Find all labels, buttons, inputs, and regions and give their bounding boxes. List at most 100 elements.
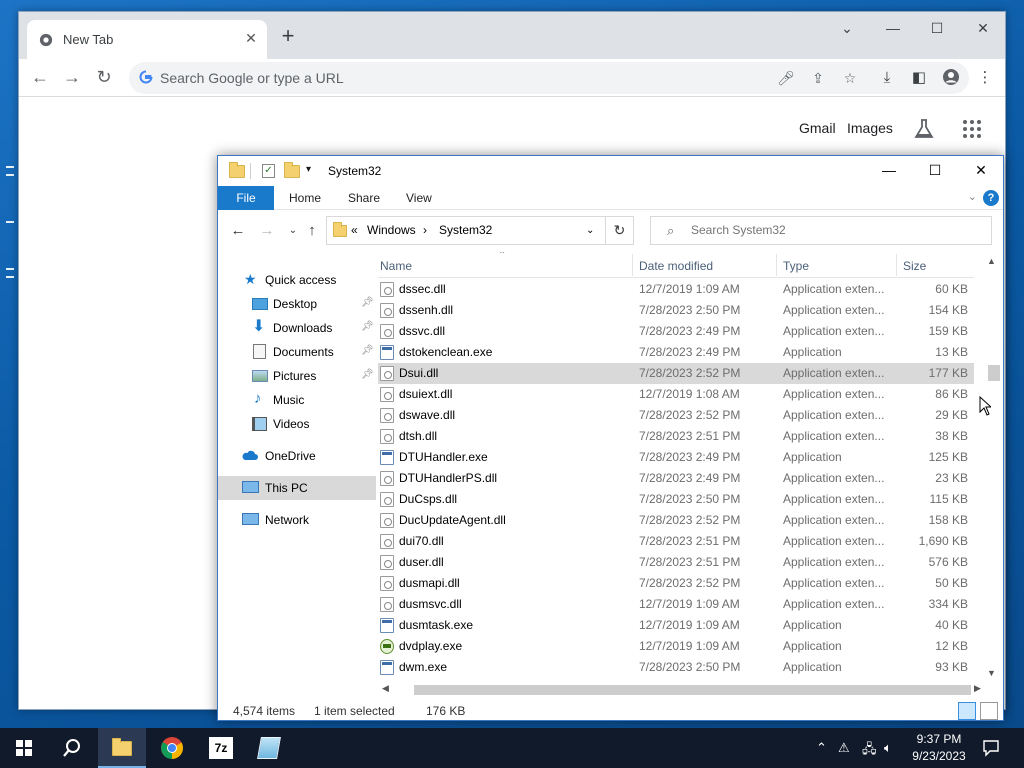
close-button[interactable]: ✕: [966, 162, 996, 182]
taskbar-7zip[interactable]: 7z: [197, 728, 245, 768]
ribbon-tab-share[interactable]: Share: [348, 186, 380, 210]
new-folder-quick-icon[interactable]: [284, 162, 300, 178]
scroll-right-icon[interactable]: ▶: [974, 683, 981, 694]
gmail-link[interactable]: Gmail: [799, 120, 836, 136]
chrome-menu-icon[interactable]: ⋮: [975, 68, 995, 88]
expand-ribbon-icon[interactable]: ⌄: [968, 190, 977, 203]
action-center-warning-icon[interactable]: ⚠: [838, 740, 850, 756]
volume-icon[interactable]: 🔈︎: [884, 740, 892, 756]
nav-item-onedrive[interactable]: OneDrive: [218, 444, 376, 468]
ribbon-tab-view[interactable]: View: [406, 186, 432, 210]
file-row[interactable]: dui70.dll 7/28/2023 2:51 PM Application ex…: [378, 531, 974, 552]
search-input[interactable]: [689, 222, 979, 238]
file-row[interactable]: dsuiext.dll 12/7/2019 1:08 AM Application …: [378, 384, 974, 405]
search-box[interactable]: ⌕: [650, 216, 992, 245]
mic-blocked-icon[interactable]: 🎤︎: [777, 69, 795, 87]
close-button[interactable]: ✕: [967, 20, 999, 40]
refresh-icon[interactable]: ↻: [606, 216, 634, 245]
file-row[interactable]: DTUHandlerPS.dll 7/28/2023 2:49 PM Applica…: [378, 468, 974, 489]
file-row[interactable]: dusmtask.exe 12/7/2019 1:09 AM Application…: [378, 615, 974, 636]
nav-item-this-pc[interactable]: This PC: [218, 476, 376, 500]
desktop-icon-fragment[interactable]: [6, 160, 18, 184]
new-tab-button[interactable]: +: [277, 25, 299, 48]
recent-locations-icon[interactable]: ⌄: [284, 222, 302, 240]
forward-icon[interactable]: →: [258, 222, 276, 240]
pin-icon[interactable]: 📌︎: [361, 321, 374, 332]
properties-quick-icon[interactable]: ✓: [262, 164, 275, 178]
pin-icon[interactable]: 📌︎: [361, 345, 374, 356]
file-row[interactable]: DucUpdateAgent.dll 7/28/2023 2:52 PM Appli…: [378, 510, 974, 531]
minimize-button[interactable]: —: [877, 20, 909, 40]
desktop-icon-fragment[interactable]: [6, 215, 18, 239]
reload-icon[interactable]: ↻: [93, 67, 115, 89]
scroll-left-icon[interactable]: ◀: [382, 683, 389, 694]
file-row[interactable]: dssenh.dll 7/28/2023 2:50 PM Application e…: [378, 300, 974, 321]
close-tab-icon[interactable]: ✕: [243, 30, 259, 46]
maximize-button[interactable]: ☐: [921, 20, 953, 40]
images-link[interactable]: Images: [847, 120, 893, 136]
file-row[interactable]: DTUHandler.exe 7/28/2023 2:49 PM Applicati…: [378, 447, 974, 468]
profile-icon[interactable]: [941, 68, 961, 88]
nav-item-quick-access[interactable]: ★ Quick access: [218, 268, 376, 292]
bookmark-star-icon[interactable]: ☆: [841, 69, 859, 87]
address-segment-system32[interactable]: System32: [439, 223, 492, 237]
file-row[interactable]: dssvc.dll 7/28/2023 2:49 PM Application ex…: [378, 321, 974, 342]
clock[interactable]: 9:37 PM 9/23/2023: [900, 731, 978, 765]
chrome-tab-new-tab[interactable]: New Tab ✕: [27, 20, 267, 59]
labs-flask-icon[interactable]: [913, 118, 935, 140]
up-icon[interactable]: ↑: [303, 222, 321, 240]
nav-item-music[interactable]: ♪ Music: [218, 388, 376, 412]
scroll-thumb[interactable]: [414, 685, 971, 695]
file-row[interactable]: dssec.dll 12/7/2019 1:09 AM Application ex…: [378, 279, 974, 300]
file-row[interactable]: dstokenclean.exe 7/28/2023 2:49 PM Applica…: [378, 342, 974, 363]
share-icon[interactable]: ⇪: [809, 69, 827, 87]
start-button[interactable]: [0, 728, 48, 768]
nav-item-videos[interactable]: Videos: [218, 412, 376, 436]
search-button[interactable]: [48, 728, 96, 768]
omnibox[interactable]: Search Google or type a URL 🎤︎ ⇪ ☆: [129, 62, 969, 94]
nav-item-documents[interactable]: Documents 📌︎: [218, 340, 376, 364]
scroll-up-icon[interactable]: ▲: [987, 256, 996, 266]
file-row[interactable]: DuCsps.dll 7/28/2023 2:50 PM Application e…: [378, 489, 974, 510]
file-row[interactable]: Dsui.dll 7/28/2023 2:52 PM Application ext…: [378, 363, 974, 384]
file-row[interactable]: dtsh.dll 7/28/2023 2:51 PM Application ext…: [378, 426, 974, 447]
customize-toolbar-icon[interactable]: ▾: [306, 164, 311, 175]
taskbar-chrome[interactable]: [148, 728, 196, 768]
nav-item-network[interactable]: Network: [218, 508, 376, 532]
ribbon-tab-home[interactable]: Home: [289, 186, 321, 210]
pin-icon[interactable]: 📌︎: [361, 297, 374, 308]
show-hidden-icons-icon[interactable]: ⌃: [816, 740, 827, 756]
vertical-scrollbar[interactable]: ▲ ▼: [984, 252, 1002, 682]
scroll-thumb[interactable]: [988, 365, 1000, 381]
taskbar-file-explorer[interactable]: [98, 728, 146, 768]
back-icon[interactable]: ←: [229, 222, 247, 240]
scroll-down-icon[interactable]: ▼: [987, 668, 996, 678]
large-icons-view-icon[interactable]: [980, 702, 998, 720]
file-row[interactable]: dswave.dll 7/28/2023 2:52 PM Application e…: [378, 405, 974, 426]
side-panel-icon[interactable]: ◧: [909, 68, 929, 88]
download-icon[interactable]: ⤓: [877, 68, 897, 88]
column-header-date[interactable]: Date modified: [639, 259, 713, 273]
tab-search-icon[interactable]: ⌄: [831, 20, 863, 40]
google-apps-icon[interactable]: [963, 120, 981, 138]
minimize-button[interactable]: —: [874, 162, 904, 182]
file-row[interactable]: dusmapi.dll 7/28/2023 2:52 PM Application …: [378, 573, 974, 594]
nav-item-pictures[interactable]: Pictures 📌︎: [218, 364, 376, 388]
desktop-icon-fragment[interactable]: [6, 262, 18, 286]
help-icon[interactable]: ?: [983, 190, 999, 206]
back-icon[interactable]: ←: [29, 67, 51, 89]
maximize-button[interactable]: ☐: [920, 162, 950, 182]
taskbar-notepad[interactable]: [246, 728, 294, 768]
file-row[interactable]: dvdplay.exe 12/7/2019 1:09 AM Application 1…: [378, 636, 974, 657]
notifications-icon[interactable]: [982, 739, 1000, 757]
file-row[interactable]: dusmsvc.dll 12/7/2019 1:09 AM Application …: [378, 594, 974, 615]
address-dropdown-icon[interactable]: ⌄: [586, 225, 594, 236]
forward-icon[interactable]: →: [61, 67, 83, 89]
pin-icon[interactable]: 📌︎: [361, 369, 374, 380]
address-segment-windows[interactable]: Windows: [367, 223, 416, 237]
ribbon-tab-file[interactable]: File: [218, 186, 274, 210]
nav-item-desktop[interactable]: Desktop 📌︎: [218, 292, 376, 316]
details-view-icon[interactable]: [958, 702, 976, 720]
address-overflow[interactable]: «: [351, 223, 358, 237]
chevron-right-icon[interactable]: ›: [423, 223, 427, 237]
